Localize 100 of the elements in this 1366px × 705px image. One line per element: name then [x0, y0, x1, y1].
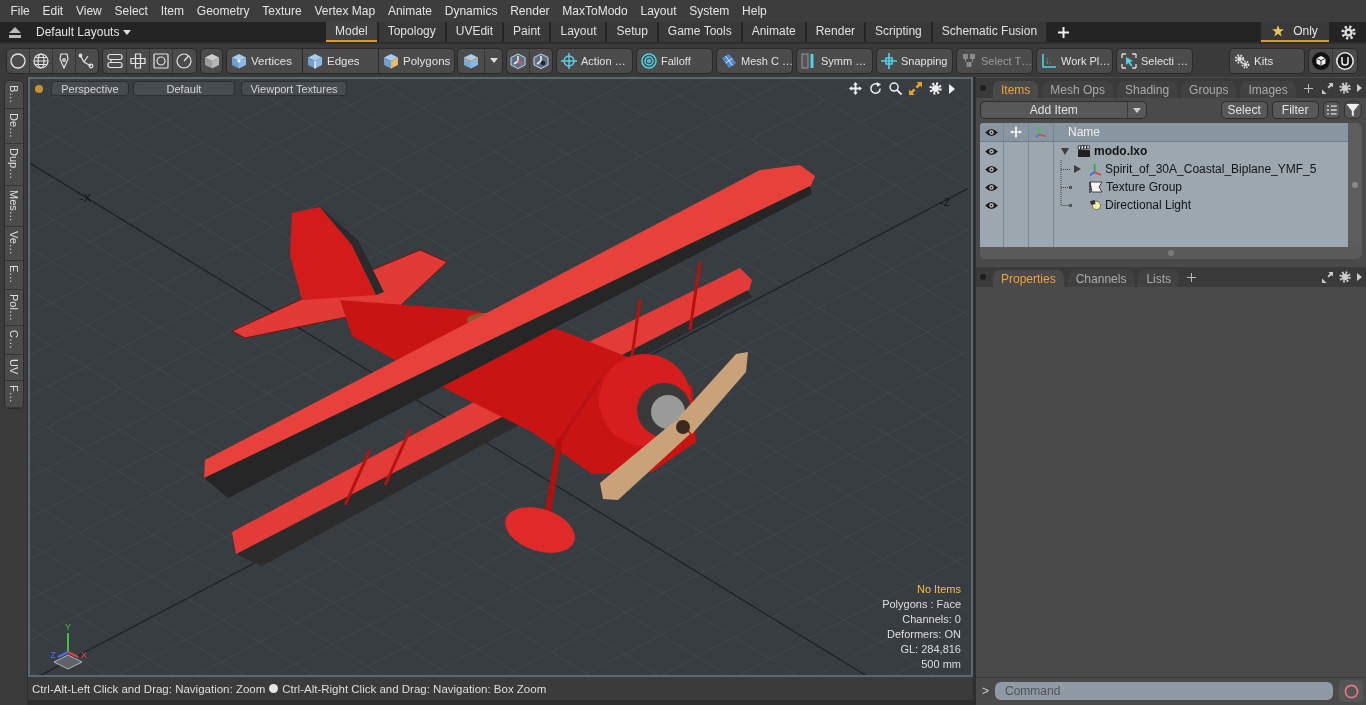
cube-icon[interactable] — [462, 52, 479, 69]
tool-button[interactable]: Symm … — [796, 47, 873, 74]
layout-tab[interactable]: Layout — [551, 22, 606, 42]
list-icon[interactable] — [1322, 101, 1341, 119]
menu-item[interactable]: View — [69, 3, 109, 19]
plus-grid-icon[interactable] — [129, 52, 146, 69]
maximize-icon[interactable] — [909, 82, 922, 95]
item-name[interactable]: Texture Group — [1106, 180, 1183, 194]
side-tab[interactable]: C… — [5, 326, 23, 356]
eye-icon[interactable] — [985, 200, 998, 210]
panel-tab[interactable]: Lists — [1138, 270, 1180, 287]
menu-item[interactable]: Dynamics — [438, 3, 504, 19]
add-tab-icon[interactable] — [1303, 83, 1313, 93]
panel-tab[interactable]: Properties — [993, 270, 1064, 287]
menu-item[interactable]: Edit — [36, 3, 70, 19]
selection-mode-button[interactable]: Vertices — [226, 47, 303, 74]
panel-tab[interactable]: Images — [1240, 81, 1296, 98]
triangle-icon[interactable] — [1357, 84, 1362, 92]
eye-icon[interactable] — [985, 164, 998, 174]
pie-circle-icon[interactable] — [176, 52, 193, 69]
selection-mode-button[interactable]: Polygons — [378, 47, 455, 74]
search-icon[interactable] — [889, 82, 902, 95]
rotate-icon[interactable] — [869, 82, 882, 95]
logo-circle-icon[interactable] — [1335, 51, 1354, 70]
layout-tab[interactable]: Paint — [504, 22, 550, 42]
panel-button[interactable]: Filter — [1271, 101, 1319, 119]
side-tab[interactable]: Mes… — [5, 185, 23, 228]
scroll-grip-icon[interactable] — [1352, 182, 1358, 188]
menu-item[interactable]: Animate — [381, 3, 439, 19]
panel-tab[interactable]: Items — [993, 81, 1039, 98]
tool-button[interactable]: Snapping — [876, 47, 953, 74]
panel-tab[interactable]: Channels — [1067, 270, 1135, 287]
item-name[interactable]: Spirit_of_30A_Coastal_Biplane_YMF_5 — [1105, 162, 1317, 176]
caret-icon[interactable] — [489, 58, 498, 63]
layout-tab[interactable]: Topology — [378, 22, 445, 42]
tool-button[interactable]: Work Pl… — [1036, 47, 1113, 74]
expand-triangle-icon[interactable] — [1073, 165, 1081, 173]
menu-item[interactable]: Render — [503, 3, 556, 19]
panel-tab[interactable]: Shading — [1117, 81, 1178, 98]
menu-item[interactable]: File — [4, 3, 37, 19]
eye-icon[interactable] — [985, 146, 998, 156]
layout-tab[interactable]: Setup — [607, 22, 657, 42]
menu-item[interactable]: System — [682, 3, 736, 19]
selection-mode-button[interactable]: Edges — [302, 47, 379, 74]
side-tab[interactable]: Ve… — [5, 227, 23, 262]
menu-item[interactable]: Vertex Map — [308, 3, 382, 19]
expand-icon[interactable] — [1322, 271, 1333, 283]
add-tab-icon[interactable] — [1058, 26, 1070, 38]
settings-icon[interactable] — [1341, 24, 1356, 40]
settings-icon[interactable] — [1339, 271, 1351, 283]
add-item-dropdown[interactable]: Add Item — [980, 101, 1147, 119]
settings-icon[interactable] — [1339, 82, 1351, 94]
move-icon[interactable] — [849, 82, 862, 95]
tool-button[interactable]: Mesh C … — [716, 47, 793, 74]
scroll-grip-icon[interactable] — [1168, 250, 1174, 256]
eye-icon[interactable] — [985, 182, 998, 192]
panel-button[interactable]: Select — [1220, 101, 1268, 119]
panel-tab[interactable]: Mesh Ops — [1042, 81, 1114, 98]
expand-triangle-icon[interactable] — [1061, 147, 1069, 155]
only-toggle[interactable]: Only — [1261, 22, 1329, 42]
lasso-icon[interactable] — [78, 52, 95, 69]
expand-icon[interactable] — [1322, 82, 1333, 94]
item-name[interactable]: modo.lxo — [1094, 144, 1148, 158]
filter-icon[interactable] — [1344, 101, 1362, 119]
side-tab[interactable]: B… — [5, 81, 23, 110]
circle-icon[interactable] — [10, 52, 27, 69]
add-tab-icon[interactable] — [1187, 272, 1197, 282]
cube-circle-icon[interactable] — [1312, 51, 1331, 70]
menu-item[interactable]: Texture — [255, 3, 309, 19]
menu-item[interactable]: Item — [154, 3, 191, 19]
layout-tab[interactable]: Game Tools — [658, 22, 741, 42]
menu-item[interactable]: MaxToModo — [555, 3, 635, 19]
up-arrow-icon[interactable] — [9, 26, 21, 38]
globe-icon[interactable] — [33, 52, 50, 69]
side-tab[interactable]: F… — [5, 380, 23, 409]
layout-tab[interactable]: Render — [806, 22, 865, 42]
view-button[interactable]: Default — [133, 81, 235, 96]
layout-tab[interactable]: Animate — [742, 22, 805, 42]
layout-tab[interactable]: Scripting — [866, 22, 931, 42]
eye-icon[interactable] — [985, 127, 998, 137]
dot-icon[interactable] — [980, 274, 986, 280]
tool-button[interactable]: Falloff — [636, 47, 713, 74]
side-tab[interactable]: E… — [5, 261, 23, 290]
command-field[interactable]: Command — [995, 682, 1333, 700]
scrollbar[interactable] — [1348, 123, 1362, 247]
cube-gizmo-icon[interactable] — [532, 52, 549, 69]
dot-icon[interactable] — [35, 84, 43, 93]
stacked-boxes-icon[interactable] — [106, 52, 123, 69]
item-name[interactable]: Directional Light — [1105, 198, 1192, 212]
side-tab[interactable]: Pol… — [5, 289, 23, 327]
menu-item[interactable]: Select — [108, 3, 155, 19]
dot-icon[interactable] — [980, 85, 986, 91]
cube-icon[interactable] — [203, 52, 220, 69]
menu-item[interactable]: Help — [735, 3, 774, 19]
menu-item[interactable]: Layout — [634, 3, 683, 19]
layouts-dropdown[interactable]: Default Layouts — [36, 25, 132, 39]
side-tab[interactable]: UV — [5, 355, 23, 381]
layout-tab[interactable]: UVEdit — [446, 22, 503, 42]
panel-tab[interactable]: Groups — [1181, 81, 1237, 98]
tool-button[interactable]: Selecti … — [1116, 47, 1193, 74]
